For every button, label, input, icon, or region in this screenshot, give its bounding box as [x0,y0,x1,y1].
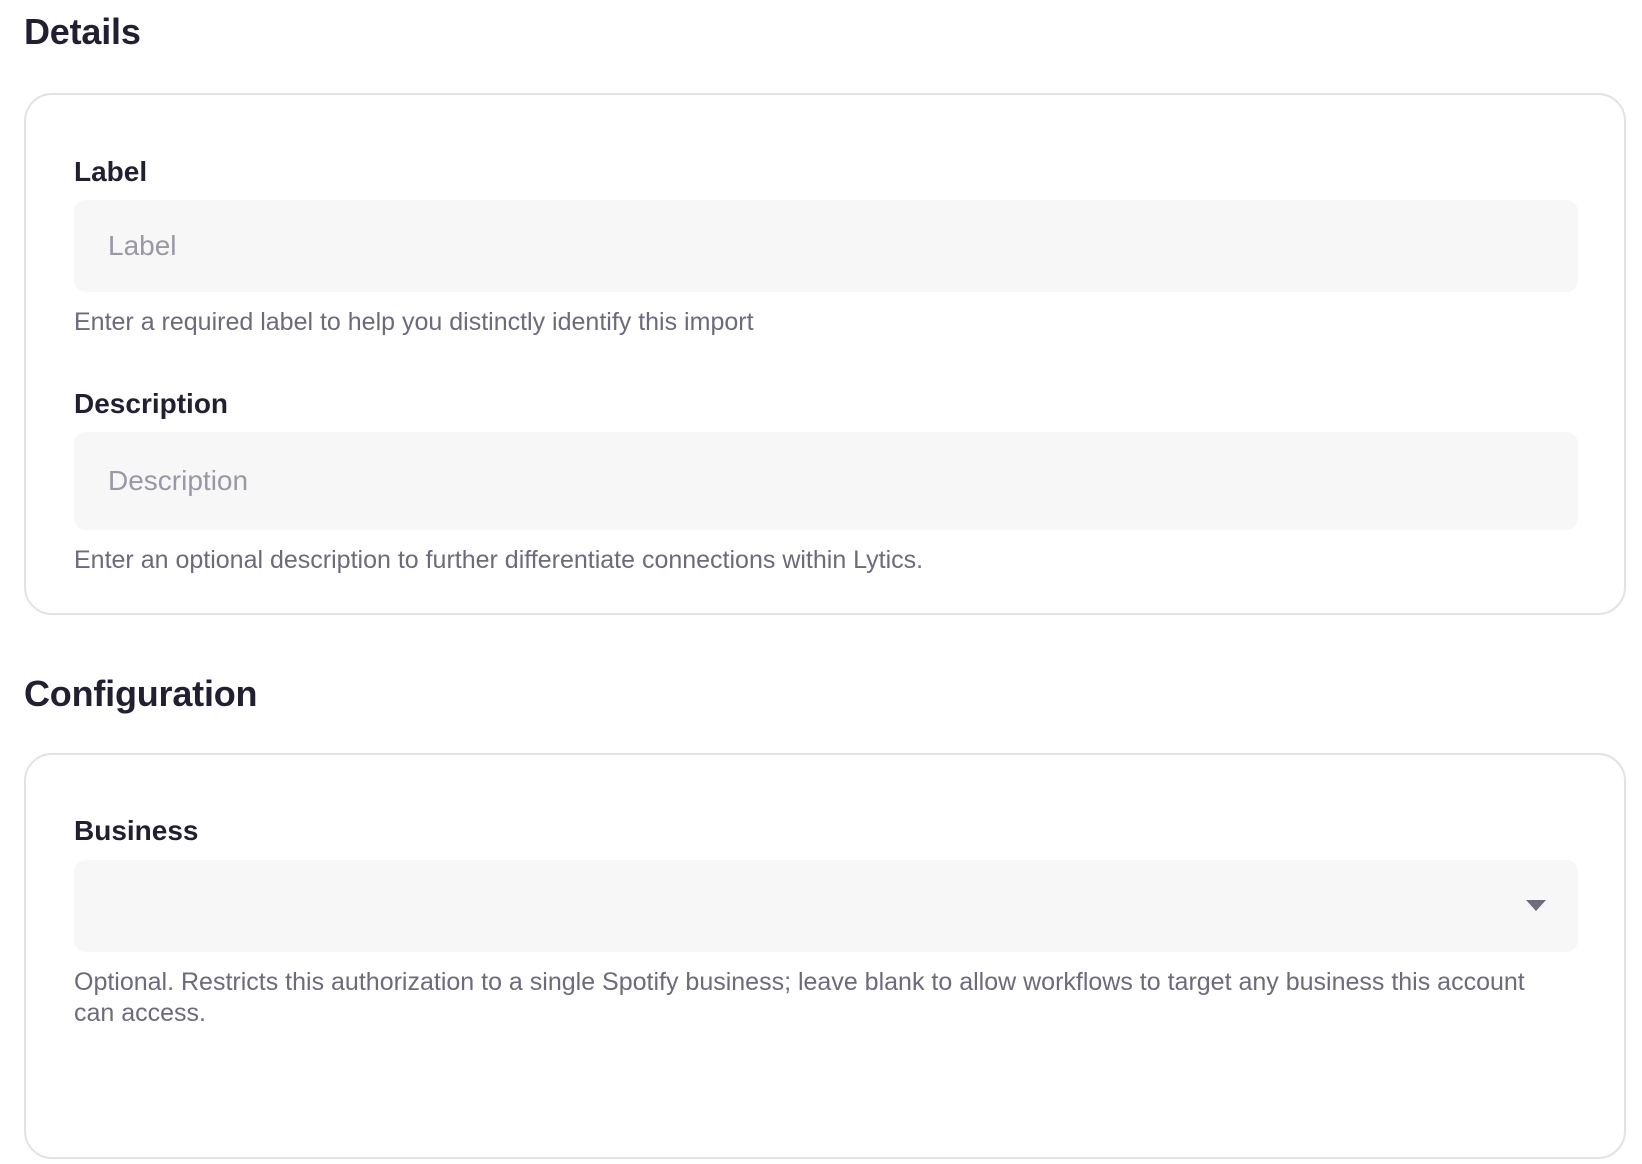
business-helper-text: Optional. Restricts this authorization t… [74,968,1525,1027]
configuration-card: Business Optional. Restricts this author… [24,753,1626,1159]
configuration-section-title: Configuration [24,673,258,714]
details-section-title: Details [24,11,141,52]
business-select[interactable] [74,860,1578,952]
label-input[interactable] [74,200,1578,292]
label-helper-text: Enter a required label to help you disti… [74,308,754,336]
chevron-down-icon[interactable] [1526,900,1546,911]
business-field-label: Business [74,815,199,846]
description-input[interactable] [74,432,1578,530]
description-helper-text: Enter an optional description to further… [74,546,924,574]
details-card: Label Enter a required label to help you… [24,93,1626,615]
label-field-label: Label [74,156,148,187]
description-field-label: Description [74,388,229,419]
